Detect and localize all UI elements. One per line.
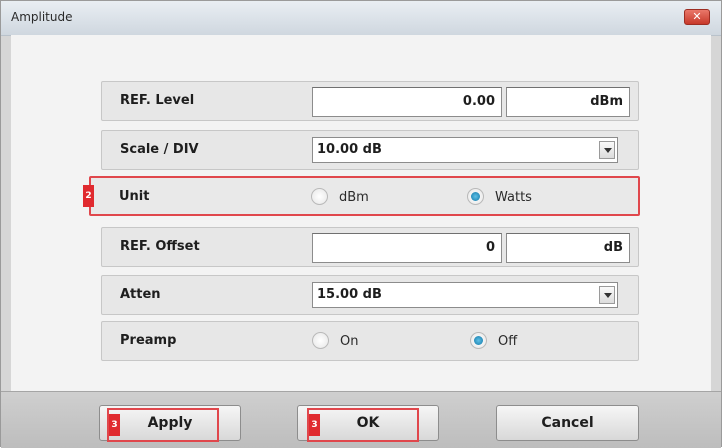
scale-div-row: Scale / DIV 10.00 dB <box>101 130 639 170</box>
ref-offset-input[interactable]: 0 <box>312 233 502 263</box>
atten-row: Atten 15.00 dB <box>101 275 639 315</box>
unit-label: Unit <box>119 189 150 204</box>
ref-level-row: REF. Level 0.00 dBm <box>101 81 639 121</box>
close-button[interactable]: ✕ <box>684 9 710 25</box>
window-title: Amplitude <box>11 10 73 24</box>
ref-offset-unit-field[interactable]: dB <box>506 233 630 263</box>
ref-level-label: REF. Level <box>120 93 195 108</box>
preamp-label: Preamp <box>120 333 177 348</box>
atten-label: Atten <box>120 287 161 302</box>
ref-offset-row: REF. Offset 0 dB <box>101 227 639 267</box>
step-badge-unit: 2 <box>83 185 94 207</box>
unit-option-watts-label: Watts <box>495 190 532 205</box>
unit-option-dbm-label: dBm <box>339 190 369 205</box>
amplitude-dialog: Amplitude ✕ REF. Level 0.00 dBm Scale / … <box>0 0 722 448</box>
step-badge-apply: 3 <box>109 414 120 436</box>
chevron-down-icon[interactable] <box>599 141 615 159</box>
unit-radio-watts[interactable] <box>467 188 484 205</box>
ref-offset-label: REF. Offset <box>120 239 200 254</box>
atten-value: 15.00 dB <box>317 287 382 302</box>
cancel-button[interactable]: Cancel <box>496 405 639 441</box>
unit-radio-dbm[interactable] <box>311 188 328 205</box>
ref-level-unit-field[interactable]: dBm <box>506 87 630 117</box>
ok-highlight-frame <box>307 408 419 442</box>
atten-select[interactable]: 15.00 dB <box>312 282 618 308</box>
preamp-option-off-label: Off <box>498 334 518 349</box>
preamp-radio-on[interactable] <box>312 332 329 349</box>
apply-highlight-frame <box>107 408 219 442</box>
scale-div-select[interactable]: 10.00 dB <box>312 137 618 163</box>
unit-row: Unit dBm Watts <box>89 176 640 216</box>
scale-div-label: Scale / DIV <box>120 142 199 157</box>
preamp-row: Preamp On Off <box>101 321 639 361</box>
preamp-radio-off[interactable] <box>470 332 487 349</box>
title-bar: Amplitude ✕ <box>1 1 721 36</box>
scale-div-value: 10.00 dB <box>317 142 382 157</box>
step-badge-ok: 3 <box>309 414 320 436</box>
preamp-option-on-label: On <box>340 334 359 349</box>
ref-level-input[interactable]: 0.00 <box>312 87 502 117</box>
chevron-down-icon[interactable] <box>599 286 615 304</box>
